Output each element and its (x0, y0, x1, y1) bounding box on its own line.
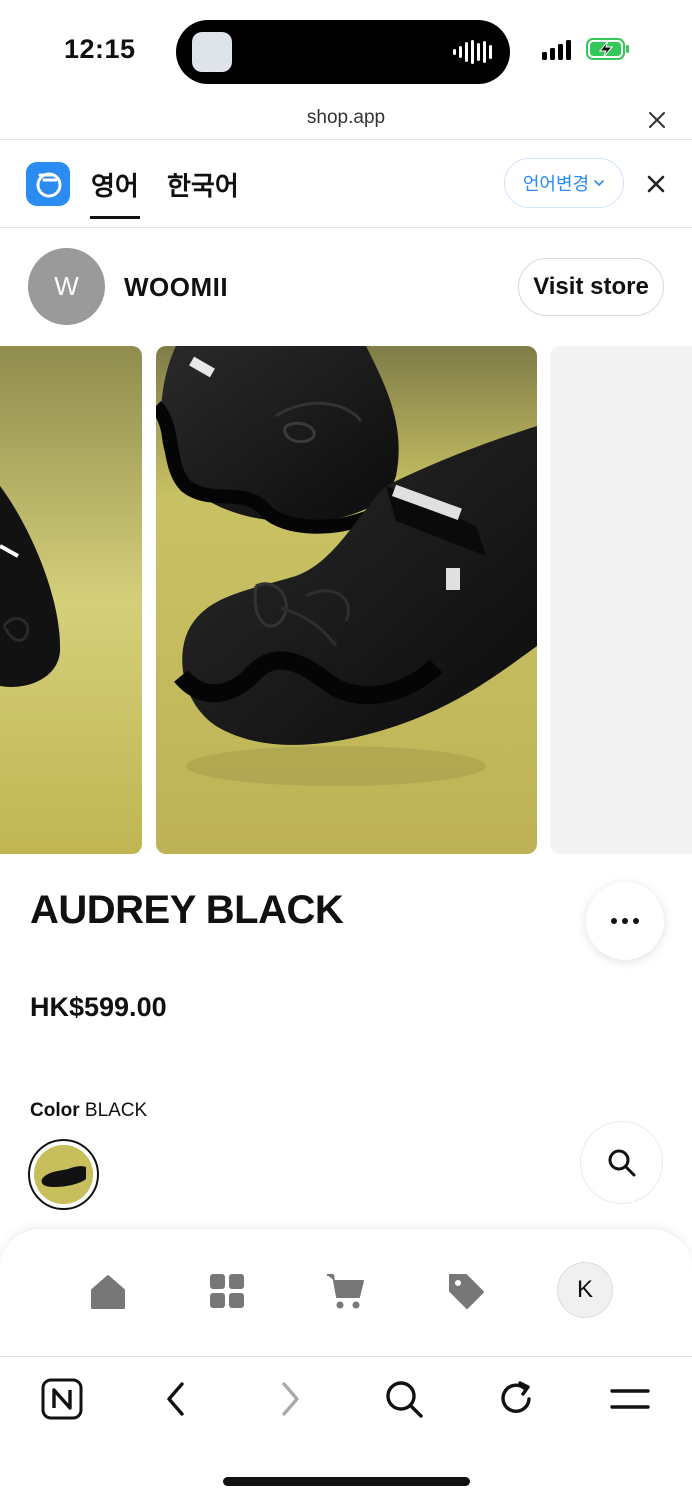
more-options-button[interactable] (586, 882, 664, 960)
shoe-thumbnail-icon (34, 1145, 93, 1204)
change-language-label: 언어변경 (522, 174, 590, 194)
change-language-button[interactable]: 언어변경 (504, 158, 624, 208)
status-bar: 12:15 (0, 0, 692, 100)
product-image-previous[interactable] (0, 346, 142, 854)
store-avatar[interactable]: W (28, 248, 105, 325)
translator-logo-icon (26, 162, 70, 206)
shoe-image-left (0, 346, 142, 854)
tab-source-language[interactable]: 영어 (90, 166, 140, 219)
product-price: HK$599.00 (30, 992, 167, 1022)
app-home-button[interactable] (40, 1377, 84, 1421)
reload-button[interactable] (494, 1377, 538, 1421)
search-button[interactable] (580, 1121, 663, 1204)
nav-profile-avatar[interactable]: K (557, 1262, 613, 1318)
status-time: 12:15 (64, 34, 136, 64)
home-icon (91, 1275, 125, 1309)
search-icon (608, 1149, 635, 1176)
more-dot (622, 918, 628, 924)
home-indicator[interactable] (223, 1477, 470, 1486)
forward-icon (282, 1382, 299, 1416)
back-button[interactable] (154, 1377, 198, 1421)
shoe-image-main (156, 346, 537, 854)
forward-button[interactable] (268, 1377, 312, 1421)
product-image-carousel[interactable] (0, 346, 692, 854)
search-icon (386, 1381, 423, 1418)
menu-icon (610, 1389, 650, 1409)
browser-search-button[interactable] (382, 1377, 426, 1421)
n-logo-icon (41, 1378, 83, 1420)
color-row: Color BLACK (30, 1100, 147, 1122)
store-name[interactable]: WOOMII (124, 272, 228, 303)
chevron-down-icon (594, 180, 604, 187)
nav-home[interactable] (86, 1269, 130, 1313)
translate-bar: 영어 한국어 언어변경 (0, 140, 692, 228)
audio-wave-icon (453, 40, 492, 64)
nav-categories[interactable] (205, 1269, 249, 1313)
color-value: BLACK (84, 1100, 148, 1121)
visit-store-button[interactable]: Visit store (518, 258, 664, 316)
reload-icon (501, 1381, 531, 1413)
product-image-main[interactable] (156, 346, 537, 854)
dynamic-island (176, 20, 510, 84)
nav-deals[interactable] (444, 1269, 488, 1313)
island-app-icon (192, 32, 232, 72)
tag-icon (449, 1274, 484, 1309)
battery-icon (586, 38, 629, 60)
product-image-next[interactable] (550, 346, 692, 854)
more-dot (611, 918, 617, 924)
menu-button[interactable] (608, 1377, 652, 1421)
swatch-image (34, 1145, 93, 1204)
product-title: AUDREY BLACK (30, 888, 344, 932)
store-header: W WOOMII Visit store (0, 228, 692, 346)
close-translate-icon[interactable] (646, 174, 666, 194)
cart-icon (327, 1274, 364, 1309)
nav-cart[interactable] (324, 1269, 368, 1313)
signal-icon (542, 40, 571, 60)
color-label: Color (30, 1100, 80, 1121)
shop-bottom-nav: K (0, 1228, 692, 1356)
close-page-icon[interactable] (646, 109, 668, 131)
url-text[interactable]: shop.app (0, 107, 692, 129)
categories-icon (210, 1274, 244, 1308)
color-swatch-black[interactable] (28, 1139, 99, 1210)
url-bar: shop.app (0, 100, 692, 140)
tab-target-language[interactable]: 한국어 (167, 166, 239, 203)
more-dot (633, 918, 639, 924)
back-icon (167, 1382, 184, 1416)
